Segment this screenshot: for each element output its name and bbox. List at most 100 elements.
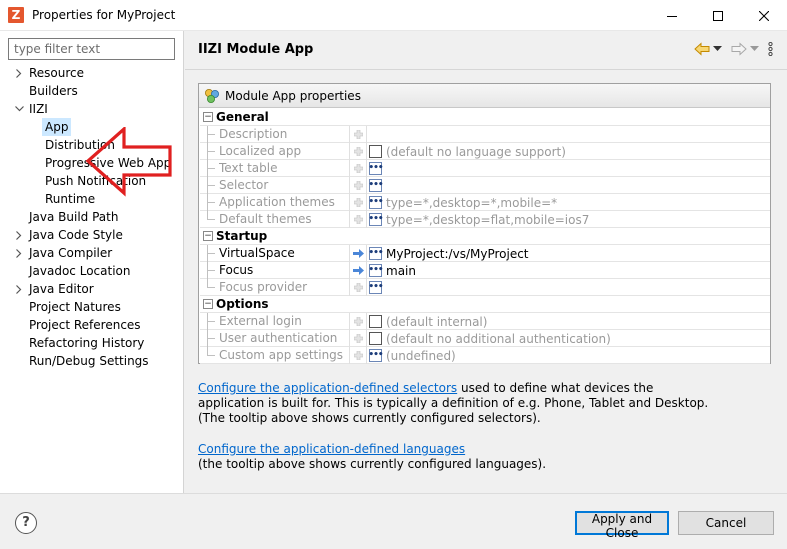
- close-button[interactable]: [741, 0, 787, 31]
- property-value: •••: [368, 160, 384, 177]
- forward-arrow-icon: [731, 42, 747, 56]
- column-separator: [366, 313, 367, 330]
- property-row-virtualspace[interactable]: VirtualSpace ••• MyProject:/vs/MyProject: [200, 245, 770, 262]
- chevron-down-icon: [713, 46, 722, 51]
- browse-ellipsis-button[interactable]: •••: [368, 349, 384, 362]
- filter-input[interactable]: [8, 38, 175, 60]
- tree-guide-branch: [207, 287, 215, 288]
- property-row-external-login[interactable]: External login (default internal): [200, 313, 770, 330]
- collapse-toggle-icon[interactable]: −: [203, 231, 213, 241]
- title-bar: Z Properties for MyProject: [0, 0, 787, 31]
- configure-selectors-link[interactable]: Configure the application-defined select…: [198, 381, 457, 395]
- column-separator: [366, 160, 367, 177]
- column-separator: [366, 279, 367, 296]
- browse-ellipsis-button[interactable]: •••: [368, 281, 384, 294]
- property-value: ••• MyProject:/vs/MyProject: [368, 245, 528, 262]
- collapse-toggle-icon[interactable]: −: [203, 112, 213, 122]
- property-row-focus-provider[interactable]: Focus provider •••: [200, 279, 770, 296]
- property-value-text: (default no additional authentication): [386, 331, 611, 346]
- configure-languages-link[interactable]: Configure the application-defined langua…: [198, 442, 465, 456]
- tree-item-iizi[interactable]: IIZI: [0, 100, 184, 118]
- tree-item-javadoc-location[interactable]: Javadoc Location: [0, 262, 184, 280]
- header-divider: [185, 69, 787, 70]
- property-checkbox[interactable]: [369, 315, 382, 328]
- section-label: Options: [216, 297, 269, 311]
- property-row-custom-app-settings[interactable]: Custom app settings ••• (undefined): [200, 347, 770, 364]
- chevron-down-icon[interactable]: [13, 100, 25, 118]
- property-name: Focus: [219, 263, 254, 277]
- inherited-plus-icon: [353, 147, 363, 156]
- column-separator: [366, 211, 367, 228]
- tree-item-java-editor[interactable]: Java Editor: [0, 280, 184, 298]
- property-state-marker: [351, 143, 365, 160]
- tree-item-label: Java Build Path: [29, 210, 119, 224]
- tree-guide-branch: [207, 270, 215, 271]
- forward-button[interactable]: [731, 42, 747, 56]
- property-state-marker: [351, 177, 365, 194]
- module-app-icon: [203, 88, 221, 104]
- property-row-text-table[interactable]: Text table •••: [200, 160, 770, 177]
- tree-item-run-debug-settings[interactable]: Run/Debug Settings: [0, 352, 184, 370]
- preference-tree-pane: ResourceBuildersIIZIAppDistributionProgr…: [0, 31, 184, 493]
- property-row-focus[interactable]: Focus ••• main: [200, 262, 770, 279]
- dialog-button-bar: ? Apply and Close Cancel: [0, 493, 787, 549]
- tree-item-java-code-style[interactable]: Java Code Style: [0, 226, 184, 244]
- column-separator: [349, 160, 350, 177]
- browse-ellipsis-button[interactable]: •••: [368, 196, 384, 209]
- browse-ellipsis-button[interactable]: •••: [368, 264, 384, 277]
- tree-guide-branch: [207, 253, 215, 254]
- property-state-marker: [351, 347, 365, 364]
- back-menu-button[interactable]: [713, 46, 722, 52]
- property-row-default-themes[interactable]: Default themes ••• type=*,desktop=flat,mob…: [200, 211, 770, 228]
- property-checkbox[interactable]: [369, 332, 382, 345]
- tree-item-label: Project References: [29, 318, 141, 332]
- property-row-localized-app[interactable]: Localized app (default no language suppor…: [200, 143, 770, 160]
- tree-item-java-build-path[interactable]: Java Build Path: [0, 208, 184, 226]
- chevron-right-icon[interactable]: [13, 280, 25, 298]
- forward-menu-button[interactable]: [750, 46, 759, 52]
- chevron-right-icon[interactable]: [13, 64, 25, 82]
- inherited-plus-icon: [353, 164, 363, 173]
- property-row-description[interactable]: Description: [200, 126, 770, 143]
- property-row-application-themes[interactable]: Application themes ••• type=*,desktop=*,mo…: [200, 194, 770, 211]
- cancel-button[interactable]: Cancel: [678, 511, 774, 535]
- help-icon[interactable]: ?: [15, 512, 37, 534]
- section-startup: − Startup: [200, 228, 770, 245]
- property-state-marker: [351, 160, 365, 177]
- maximize-button[interactable]: [695, 0, 741, 31]
- browse-ellipsis-button[interactable]: •••: [368, 213, 384, 226]
- chevron-right-icon[interactable]: [13, 226, 25, 244]
- property-state-marker: [351, 194, 365, 211]
- column-separator: [349, 245, 350, 262]
- back-arrow-icon: [694, 42, 710, 56]
- tree-item-resource[interactable]: Resource: [0, 64, 184, 82]
- browse-ellipsis-button[interactable]: •••: [368, 247, 384, 260]
- property-state-marker: [351, 126, 365, 143]
- tree-item-java-compiler[interactable]: Java Compiler: [0, 244, 184, 262]
- tree-item-label: Builders: [29, 84, 78, 98]
- column-separator: [366, 330, 367, 347]
- tree-item-builders[interactable]: Builders: [0, 82, 184, 100]
- tree-item-project-natures[interactable]: Project Natures: [0, 298, 184, 316]
- chevron-right-icon[interactable]: [13, 244, 25, 262]
- browse-ellipsis-button[interactable]: •••: [368, 162, 384, 175]
- column-separator: [366, 143, 367, 160]
- back-button[interactable]: [694, 42, 710, 56]
- tree-item-refactoring-history[interactable]: Refactoring History: [0, 334, 184, 352]
- collapse-toggle-icon[interactable]: −: [203, 299, 213, 309]
- red-arrow-annotation-icon: [85, 127, 172, 197]
- property-name: External login: [219, 314, 302, 328]
- apply-and-close-button[interactable]: Apply and Close: [575, 511, 669, 540]
- minimize-button[interactable]: [649, 0, 695, 31]
- preference-tree: Resource Builders IIZI App Distribution Progr…: [0, 64, 184, 370]
- view-menu-button[interactable]: [768, 42, 773, 56]
- tree-item-label: Run/Debug Settings: [29, 354, 149, 368]
- property-name: Text table: [219, 161, 278, 175]
- tree-item-project-references[interactable]: Project References: [0, 316, 184, 334]
- inherited-plus-icon: [353, 181, 363, 190]
- property-state-marker: [351, 330, 365, 347]
- browse-ellipsis-button[interactable]: •••: [368, 179, 384, 192]
- property-checkbox[interactable]: [369, 145, 382, 158]
- property-row-selector[interactable]: Selector •••: [200, 177, 770, 194]
- property-row-user-authentication[interactable]: User authentication (default no additiona…: [200, 330, 770, 347]
